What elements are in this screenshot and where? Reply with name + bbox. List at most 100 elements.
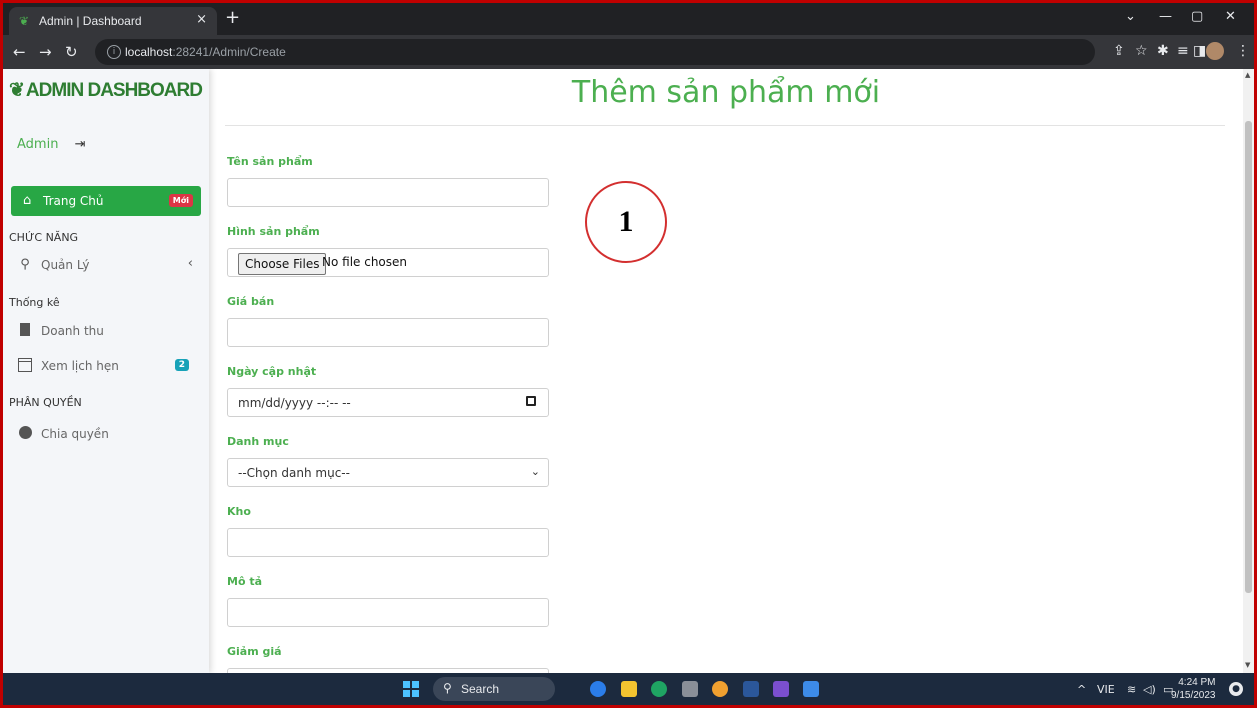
discount-label: Giảm giá: [227, 645, 282, 658]
calendar-picker-icon[interactable]: [526, 396, 536, 406]
bookmark-star-icon[interactable]: ☆: [1135, 43, 1148, 59]
category-select[interactable]: --Chọn danh mục-- ⌄: [227, 458, 549, 487]
section-header-permissions: PHÂN QUYỀN: [9, 396, 82, 409]
profile-avatar[interactable]: [1206, 42, 1224, 60]
section-header-stats: Thống kê: [9, 296, 60, 309]
calendar-icon: [17, 358, 33, 376]
sidebar-item-revenue[interactable]: Doanh thu: [17, 321, 197, 343]
file-explorer-icon[interactable]: [621, 681, 637, 697]
brand-text: ADMIN DASHBOARD: [25, 80, 203, 101]
chevron-left-icon: ‹: [187, 256, 193, 271]
tab-bar: ❦ Admin | Dashboard × + ⌄ — ▢ ✕: [3, 3, 1254, 35]
notification-icon[interactable]: ●: [1229, 682, 1243, 696]
back-arrow-icon[interactable]: ←: [13, 43, 26, 61]
home-icon: ⌂: [23, 193, 32, 208]
page-title: Thêm sản phẩm mới: [571, 75, 881, 110]
volume-icon[interactable]: ◁): [1143, 683, 1156, 696]
section-header-functions: CHỨC NĂNG: [9, 231, 79, 244]
date-placeholder: mm/dd/yyyy --:-- --: [238, 396, 351, 410]
url-host: localhost: [125, 45, 173, 59]
new-badge: Mới: [168, 194, 193, 207]
wifi-icon[interactable]: ≋: [1127, 683, 1136, 696]
search-icon: ⚲: [20, 257, 30, 272]
clock-time: 4:24 PM: [1178, 677, 1216, 688]
file-status-text: No file chosen: [322, 255, 408, 269]
windows-taskbar: ⚲ Search ^ VIE ≋ ◁) ▭ 4:24 PM 9/15/2023 …: [3, 673, 1254, 705]
sidebar: ❦ ADMIN DASHBOARD Admin ⇥ ⌂ Trang Chủ Mới…: [3, 69, 209, 673]
search-icon: ⚲: [443, 681, 452, 695]
sidebar-item-assign-roles[interactable]: Chia quyền: [17, 424, 197, 446]
price-input[interactable]: [227, 318, 549, 347]
tray-chevron-up-icon[interactable]: ^: [1077, 683, 1086, 696]
sidebar-item-appointments[interactable]: Xem lịch hẹn 2: [17, 356, 197, 378]
address-bar: ← → ↻ i localhost:28241/Admin/Create ⇪ ☆…: [3, 35, 1254, 69]
stock-input[interactable]: [227, 528, 549, 557]
close-window-button[interactable]: ✕: [1225, 9, 1236, 24]
sidebar-item-label: Quản Lý: [41, 258, 90, 272]
taskbar-clock[interactable]: 4:24 PM 9/15/2023: [1171, 676, 1216, 702]
word-app-icon[interactable]: [743, 681, 759, 697]
scroll-up-arrow-icon[interactable]: ▲: [1245, 71, 1250, 79]
extensions-puzzle-icon[interactable]: ✱: [1157, 43, 1169, 59]
description-label: Mô tả: [227, 575, 263, 588]
product-name-label: Tên sản phẩm: [227, 155, 313, 168]
new-tab-button[interactable]: +: [225, 7, 240, 28]
annotation-circle-number: 1: [585, 181, 667, 263]
side-panel-icon[interactable]: ◨: [1193, 43, 1206, 59]
minimize-button[interactable]: —: [1159, 9, 1172, 24]
tab-title: Admin | Dashboard: [39, 14, 142, 28]
bing-app-icon[interactable]: [590, 681, 606, 697]
sidebar-item-label: Doanh thu: [41, 324, 104, 338]
sidebar-item-home[interactable]: ⌂ Trang Chủ Mới: [11, 186, 201, 216]
scroll-down-arrow-icon[interactable]: ▼: [1245, 661, 1250, 669]
category-selected-value: --Chọn danh mục--: [238, 466, 350, 480]
sidebar-item-label: Chia quyền: [41, 427, 109, 441]
circle-icon: [17, 426, 33, 443]
edge-browser-icon[interactable]: [651, 681, 667, 697]
price-label: Giá bán: [227, 295, 275, 308]
scroll-thumb[interactable]: [1245, 121, 1252, 593]
sidebar-item-label: Xem lịch hẹn: [41, 359, 119, 373]
choose-files-button[interactable]: Choose Files: [238, 253, 327, 275]
leaf-favicon-icon: ❦: [19, 14, 30, 28]
logout-icon[interactable]: ⇥: [75, 137, 86, 152]
user-name[interactable]: Admin: [17, 137, 58, 152]
browser-window: ❦ Admin | Dashboard × + ⌄ — ▢ ✕ ← → ↻ i …: [3, 3, 1254, 705]
language-indicator[interactable]: VIE: [1097, 683, 1115, 696]
tab-search-chevron-icon[interactable]: ⌄: [1125, 9, 1136, 24]
menu-kebab-icon[interactable]: ⋮: [1236, 43, 1250, 59]
product-image-file-input: Choose Files No file chosen: [227, 248, 549, 277]
chevron-down-icon: ⌄: [530, 465, 540, 478]
update-date-input[interactable]: mm/dd/yyyy --:-- --: [227, 388, 549, 417]
notepad-icon[interactable]: [803, 681, 819, 697]
update-date-label: Ngày cập nhật: [227, 365, 317, 378]
chrome-browser-icon[interactable]: [712, 681, 728, 697]
main-content: Thêm sản phẩm mới Tên sản phẩm Hình sản …: [209, 69, 1243, 673]
store-app-icon[interactable]: [682, 681, 698, 697]
sprout-icon: ❦: [9, 80, 25, 101]
sidebar-item-label: Trang Chủ: [43, 194, 104, 208]
reload-icon[interactable]: ↻: [65, 43, 78, 61]
page-viewport: ❦ ADMIN DASHBOARD Admin ⇥ ⌂ Trang Chủ Mới…: [3, 69, 1254, 673]
product-image-label: Hình sản phẩm: [227, 225, 320, 238]
windows-start-icon[interactable]: [403, 681, 419, 697]
reading-list-icon[interactable]: ≡: [1177, 43, 1189, 59]
browser-tab[interactable]: ❦ Admin | Dashboard ×: [9, 7, 217, 35]
clock-date: 9/15/2023: [1171, 690, 1216, 701]
taskbar-search[interactable]: ⚲ Search: [433, 677, 555, 701]
sidebar-item-manage[interactable]: ⚲ Quản Lý ‹: [17, 255, 197, 277]
forward-arrow-icon[interactable]: →: [39, 43, 52, 61]
page-scrollbar[interactable]: ▲ ▼: [1243, 69, 1254, 673]
taskbar-search-label: Search: [461, 682, 500, 696]
url-field[interactable]: i localhost:28241/Admin/Create: [95, 39, 1095, 65]
visual-studio-icon[interactable]: [773, 681, 789, 697]
description-input[interactable]: [227, 598, 549, 627]
share-icon[interactable]: ⇪: [1113, 43, 1125, 59]
maximize-button[interactable]: ▢: [1191, 9, 1203, 24]
product-name-input[interactable]: [227, 178, 549, 207]
url-text: localhost:28241/Admin/Create: [125, 45, 286, 59]
tab-close-icon[interactable]: ×: [196, 12, 207, 27]
site-info-icon[interactable]: i: [107, 45, 121, 59]
file-icon: [17, 323, 33, 340]
brand-logo[interactable]: ❦ ADMIN DASHBOARD: [9, 79, 203, 102]
